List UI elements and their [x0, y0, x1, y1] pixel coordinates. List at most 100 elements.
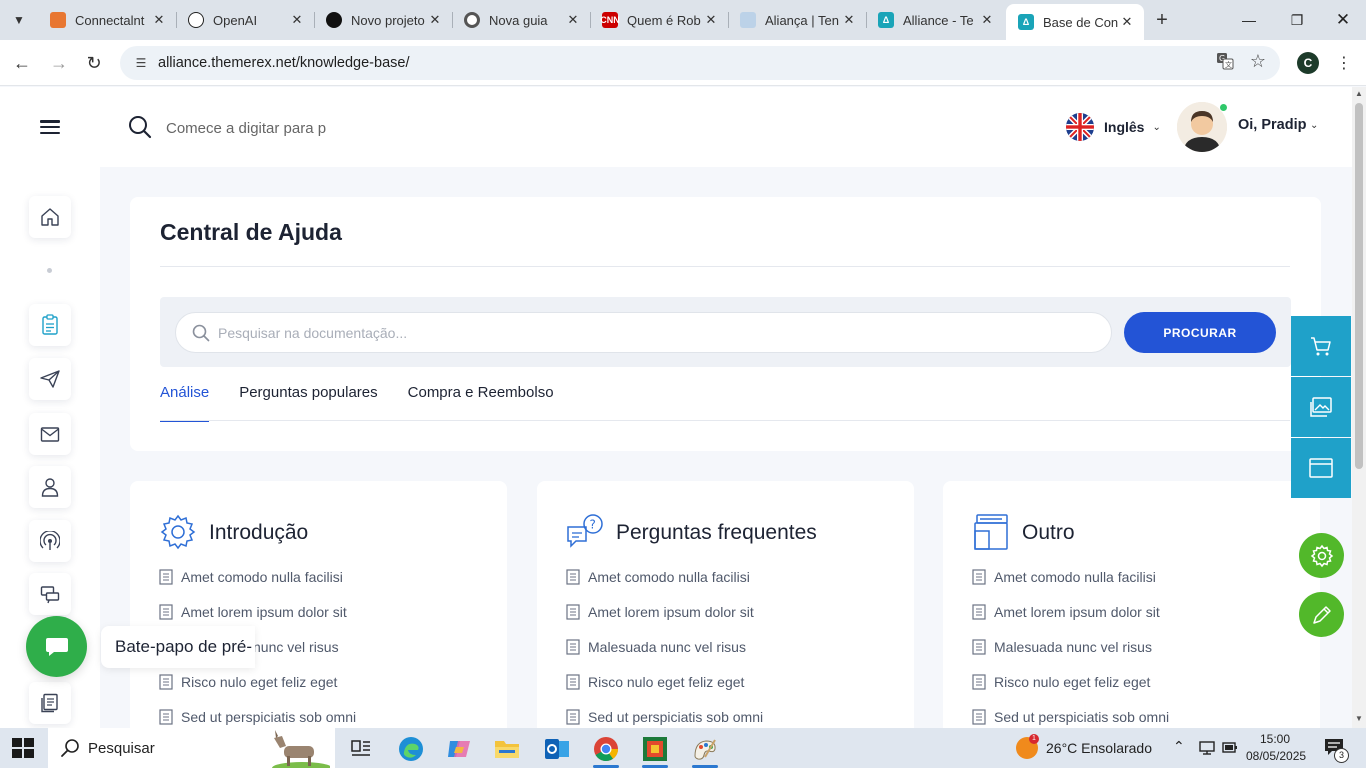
article-link[interactable]: Amet comodo nulla facilisi — [566, 569, 763, 604]
browser-tab[interactable]: CNN Quem é Rob ✕ — [590, 4, 729, 36]
sidebar-documents[interactable] — [29, 682, 71, 724]
close-tab-icon[interactable]: ✕ — [288, 12, 306, 28]
browser-tab[interactable]: Δ Alliance - Te ✕ — [866, 4, 1004, 36]
chrome-browser-icon[interactable] — [589, 734, 623, 768]
sidebar-profile[interactable] — [29, 466, 71, 508]
reload-button[interactable]: ↻ — [80, 49, 108, 77]
outlook-icon[interactable] — [540, 734, 574, 764]
article-link[interactable]: Risco nulo eget feliz eget — [972, 674, 1169, 709]
stack-icon — [974, 514, 1008, 550]
tray-overflow-chevron-icon[interactable]: ⌃ — [1173, 738, 1185, 755]
bookmark-star-icon[interactable]: ☆ — [1245, 48, 1271, 74]
tab-label: Nova guia — [489, 12, 548, 28]
category-title: Outro — [1022, 521, 1075, 544]
paint-app-icon[interactable] — [688, 734, 722, 768]
sidebar-forum[interactable] — [29, 573, 71, 615]
minimize-window-button[interactable]: — — [1226, 6, 1272, 34]
close-tab-icon[interactable]: ✕ — [426, 12, 444, 28]
weather-text[interactable]: 26°C Ensolarado — [1046, 740, 1152, 756]
tab-perguntas-populares[interactable]: Perguntas populares — [239, 384, 377, 421]
document-icon — [972, 604, 986, 620]
article-link[interactable]: Risco nulo eget feliz eget — [159, 674, 356, 709]
chat-launcher-button[interactable] — [26, 616, 87, 677]
browser-tab[interactable]: Aliança | Ten ✕ — [728, 4, 867, 36]
address-bar[interactable]: ☰ alliance.themerex.net/knowledge-base/ — [120, 46, 1280, 80]
chat-label[interactable]: Bate-papo de pré- — [101, 626, 255, 668]
close-tab-icon[interactable]: ✕ — [702, 12, 720, 28]
browser-toolbar: ← → ↻ ☰ alliance.themerex.net/knowledge-… — [0, 40, 1366, 86]
header-search-input[interactable] — [166, 117, 336, 139]
article-title: Amet lorem ipsum dolor sit — [588, 604, 754, 620]
gallery-tool-button[interactable] — [1291, 377, 1351, 437]
back-button[interactable]: ← — [8, 49, 36, 77]
sidebar-send[interactable] — [29, 358, 71, 400]
documentation-search-field[interactable] — [175, 312, 1112, 353]
restore-window-button[interactable]: ❐ — [1274, 6, 1320, 34]
article-link[interactable]: Amet comodo nulla facilisi — [159, 569, 356, 604]
article-link[interactable]: Amet comodo nulla facilisi — [972, 569, 1169, 604]
category-card-perguntas-frequentes: ? Perguntas frequentes Amet comodo nulla… — [537, 481, 914, 728]
file-explorer-icon[interactable] — [490, 734, 524, 764]
close-tab-icon[interactable]: ✕ — [150, 12, 168, 28]
article-link[interactable]: Amet lorem ipsum dolor sit — [972, 604, 1169, 639]
close-tab-icon[interactable]: ✕ — [840, 12, 858, 28]
sidebar-knowledge-base[interactable] — [29, 304, 71, 346]
translate-icon[interactable]: G文 — [1212, 48, 1238, 74]
spreadsheet-app-icon[interactable] — [638, 734, 672, 768]
battery-icon[interactable] — [1222, 740, 1240, 756]
window-tool-button[interactable] — [1291, 438, 1351, 498]
profile-avatar-button[interactable]: C — [1297, 52, 1319, 74]
tab-compra-e-reembolso[interactable]: Compra e Reembolso — [408, 384, 554, 421]
tab-label: Base de Con — [1043, 14, 1118, 30]
article-link[interactable]: Malesuada nunc vel risus — [972, 639, 1169, 674]
close-tab-icon[interactable]: ✕ — [978, 12, 996, 28]
chevron-down-icon[interactable]: ⌄ — [1310, 120, 1318, 131]
new-tab-button[interactable]: + — [1150, 8, 1174, 32]
page-scrollbar[interactable]: ▲ ▼ — [1352, 87, 1366, 728]
search-button[interactable]: PROCURAR — [1124, 312, 1276, 353]
article-link[interactable]: Malesuada nunc vel risus — [566, 639, 763, 674]
sidebar-home[interactable] — [29, 196, 71, 238]
site-info-icon[interactable]: ☰ — [132, 54, 150, 72]
tab-analise[interactable]: Análise — [160, 384, 210, 422]
scroll-up-arrow-icon[interactable]: ▲ — [1355, 89, 1363, 98]
sidebar-mail[interactable] — [29, 413, 71, 455]
browser-tab-active[interactable]: Δ Base de Con ✕ — [1006, 4, 1144, 40]
browser-tab[interactable]: Novo projeto ✕ — [314, 4, 453, 36]
browser-tab[interactable]: Nova guia ✕ — [452, 4, 591, 36]
forward-button[interactable]: → — [45, 49, 73, 77]
article-link[interactable]: Risco nulo eget feliz eget — [566, 674, 763, 709]
network-icon[interactable] — [1198, 740, 1216, 756]
system-clock[interactable]: 15:00 08/05/2025 — [1246, 731, 1306, 765]
language-selector[interactable]: Inglês ⌄ — [1066, 112, 1161, 142]
tab-label: Connectalnt — [75, 12, 145, 28]
close-window-button[interactable]: ✕ — [1320, 6, 1366, 34]
article-link[interactable]: Amet lorem ipsum dolor sit — [566, 604, 763, 639]
article-title: Sed ut perspiciatis sob omni — [994, 709, 1170, 725]
menu-hamburger-icon[interactable] — [40, 120, 60, 134]
article-list: Amet comodo nulla facilisi Amet lorem ip… — [566, 569, 763, 744]
documentation-search-input[interactable] — [218, 324, 1098, 341]
tab-search-dropdown-icon[interactable]: ▼ — [6, 8, 32, 32]
settings-tool-button[interactable] — [1299, 533, 1344, 578]
scroll-down-arrow-icon[interactable]: ▼ — [1355, 714, 1363, 723]
tab-label: Novo projeto — [351, 12, 425, 28]
cart-tool-button[interactable] — [1291, 316, 1351, 376]
chat-boxes-icon — [40, 586, 60, 604]
sidebar-broadcast[interactable] — [29, 520, 71, 562]
windows-start-icon[interactable] — [12, 738, 34, 758]
close-tab-icon[interactable]: ✕ — [1118, 14, 1136, 30]
browser-tab[interactable]: Connectalnt ✕ — [38, 4, 177, 36]
customize-tool-button[interactable] — [1299, 592, 1344, 637]
copilot-icon[interactable] — [442, 734, 476, 764]
documents-icon — [41, 693, 58, 713]
article-title: Amet comodo nulla facilisi — [588, 569, 750, 585]
taskbar-search-box[interactable]: Pesquisar — [48, 728, 335, 768]
browser-tab[interactable]: OpenAI ✕ — [176, 4, 315, 36]
edge-browser-icon[interactable] — [394, 734, 428, 764]
scrollbar-thumb[interactable] — [1355, 103, 1363, 469]
browser-menu-icon[interactable]: ⋮ — [1336, 50, 1352, 76]
task-view-icon[interactable] — [344, 734, 378, 764]
user-greeting[interactable]: Oi, Pradip — [1238, 117, 1307, 133]
close-tab-icon[interactable]: ✕ — [564, 12, 582, 28]
